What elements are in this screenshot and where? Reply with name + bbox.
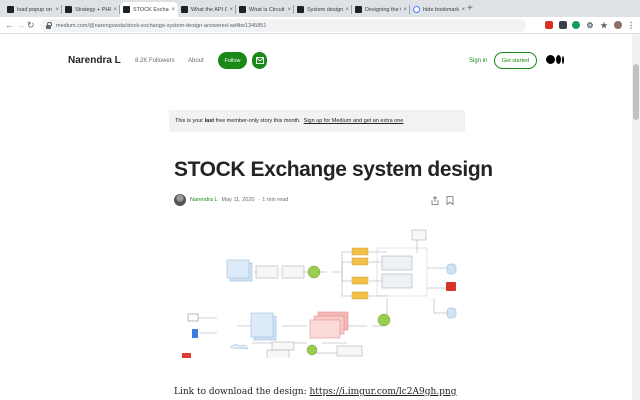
article-title: STOCK Exchange system design — [174, 158, 493, 181]
new-tab-button[interactable]: + — [467, 3, 473, 14]
get-started-button[interactable]: Get started — [494, 52, 537, 69]
medium-icon — [239, 6, 246, 13]
browser-tab[interactable]: Designing the Co × — [352, 2, 410, 17]
link-prefix: Link to download the design: — [174, 387, 310, 397]
menu-icon[interactable]: ⋮ — [627, 21, 635, 30]
download-link-paragraph: Link to download the design: https://i.i… — [174, 387, 457, 397]
medium-icon — [355, 6, 362, 13]
browser-tab[interactable]: load popup on bu × — [4, 2, 62, 17]
medium-icon — [123, 6, 130, 13]
google-icon — [413, 6, 420, 13]
tab-label: Strategy + PHP 8 | M — [75, 6, 112, 13]
url-text: medium.com/@narengowda/stock-exchange-sy… — [56, 22, 267, 29]
close-icon[interactable]: × — [461, 7, 465, 13]
byline-separator: · — [257, 197, 260, 203]
subscribe-button[interactable] — [252, 52, 267, 69]
close-icon[interactable]: × — [55, 7, 59, 13]
byline-author[interactable]: Narendra L — [190, 197, 218, 203]
medium-icon — [181, 6, 188, 13]
bookmark-icon[interactable] — [446, 196, 454, 205]
medium-icon — [297, 6, 304, 13]
sign-in-link[interactable]: Sign in — [469, 58, 487, 64]
banner-text: free member-only story this month. — [214, 118, 301, 124]
lock-icon — [46, 21, 52, 29]
close-icon[interactable]: × — [171, 7, 175, 13]
scrollbar-thumb[interactable] — [633, 64, 639, 120]
browser-tab[interactable]: What is Circuit Bre × — [236, 2, 294, 17]
back-icon[interactable]: ← — [5, 19, 14, 31]
publish-date: May 11, 2020 — [221, 197, 255, 203]
browser-tab-active[interactable]: STOCK Exchange sy × — [120, 2, 178, 17]
close-icon[interactable]: × — [229, 7, 233, 13]
tab-label: What is Circuit Bre — [249, 6, 285, 13]
profile-avatar[interactable] — [614, 21, 622, 29]
page-scrollbar[interactable] — [632, 34, 640, 400]
medium-page: Narendra L 8.2K Followers About Follow S… — [0, 34, 632, 400]
extension-icon[interactable] — [572, 21, 580, 29]
extensions-puzzle-icon[interactable]: ⚙ — [586, 21, 594, 30]
member-only-banner: This is your last free member-only story… — [169, 110, 465, 132]
medium-logo-icon[interactable] — [546, 55, 564, 64]
tab-label: load popup on bu — [17, 6, 53, 13]
star-icon[interactable]: ★ — [600, 21, 608, 30]
reload-icon[interactable]: ↻ — [27, 19, 35, 31]
banner-bold: last — [204, 118, 215, 124]
avatar[interactable] — [174, 194, 186, 206]
share-icon[interactable] — [431, 196, 439, 205]
medium-icon — [7, 6, 14, 13]
byline: Narendra L May 11, 2020 · 1 min read — [174, 194, 288, 206]
browser-tab[interactable]: hide bookmark ba × — [410, 2, 468, 17]
tab-label: Designing the Co — [365, 6, 401, 13]
tab-label: What the API Gatew — [191, 6, 228, 13]
author-name[interactable]: Narendra L — [68, 55, 121, 66]
sign-up-link[interactable]: Sign up for Medium and get an extra one — [304, 118, 404, 124]
design-download-link[interactable]: https://i.imgur.com/lc2A9gh.png — [309, 387, 456, 397]
read-time: 1 min read — [262, 197, 289, 203]
follow-button[interactable]: Follow — [218, 52, 247, 69]
close-icon[interactable]: × — [287, 7, 291, 13]
browser-tab[interactable]: System design Co × — [294, 2, 352, 17]
extension-icon[interactable] — [545, 21, 553, 29]
tab-label: hide bookmark ba — [423, 6, 460, 13]
browser-tab[interactable]: What the API Gatew × — [178, 2, 236, 17]
forward-icon[interactable]: → — [16, 19, 25, 31]
banner-text: This is your — [175, 118, 205, 124]
close-icon[interactable]: × — [345, 7, 349, 13]
close-icon[interactable]: × — [403, 7, 407, 13]
url-field[interactable]: medium.com/@narengowda/stock-exchange-sy… — [40, 19, 526, 32]
browser-tab[interactable]: Strategy + PHP 8 | M × — [62, 2, 120, 17]
followers-count[interactable]: 8.2K Followers — [135, 58, 175, 64]
about-link[interactable]: About — [188, 58, 204, 64]
close-icon[interactable]: × — [113, 7, 117, 13]
system-design-diagram-image — [182, 229, 457, 358]
browser-tab-bar: load popup on bu × Strategy + PHP 8 | M … — [0, 0, 640, 17]
medium-icon — [65, 6, 72, 13]
extension-icon[interactable] — [559, 21, 567, 29]
tab-label: System design Co — [307, 6, 344, 13]
tab-label: STOCK Exchange sy — [133, 6, 169, 13]
mail-icon — [255, 57, 264, 64]
address-bar: ← → ↻ medium.com/@narengowda/stock-excha… — [0, 17, 640, 34]
